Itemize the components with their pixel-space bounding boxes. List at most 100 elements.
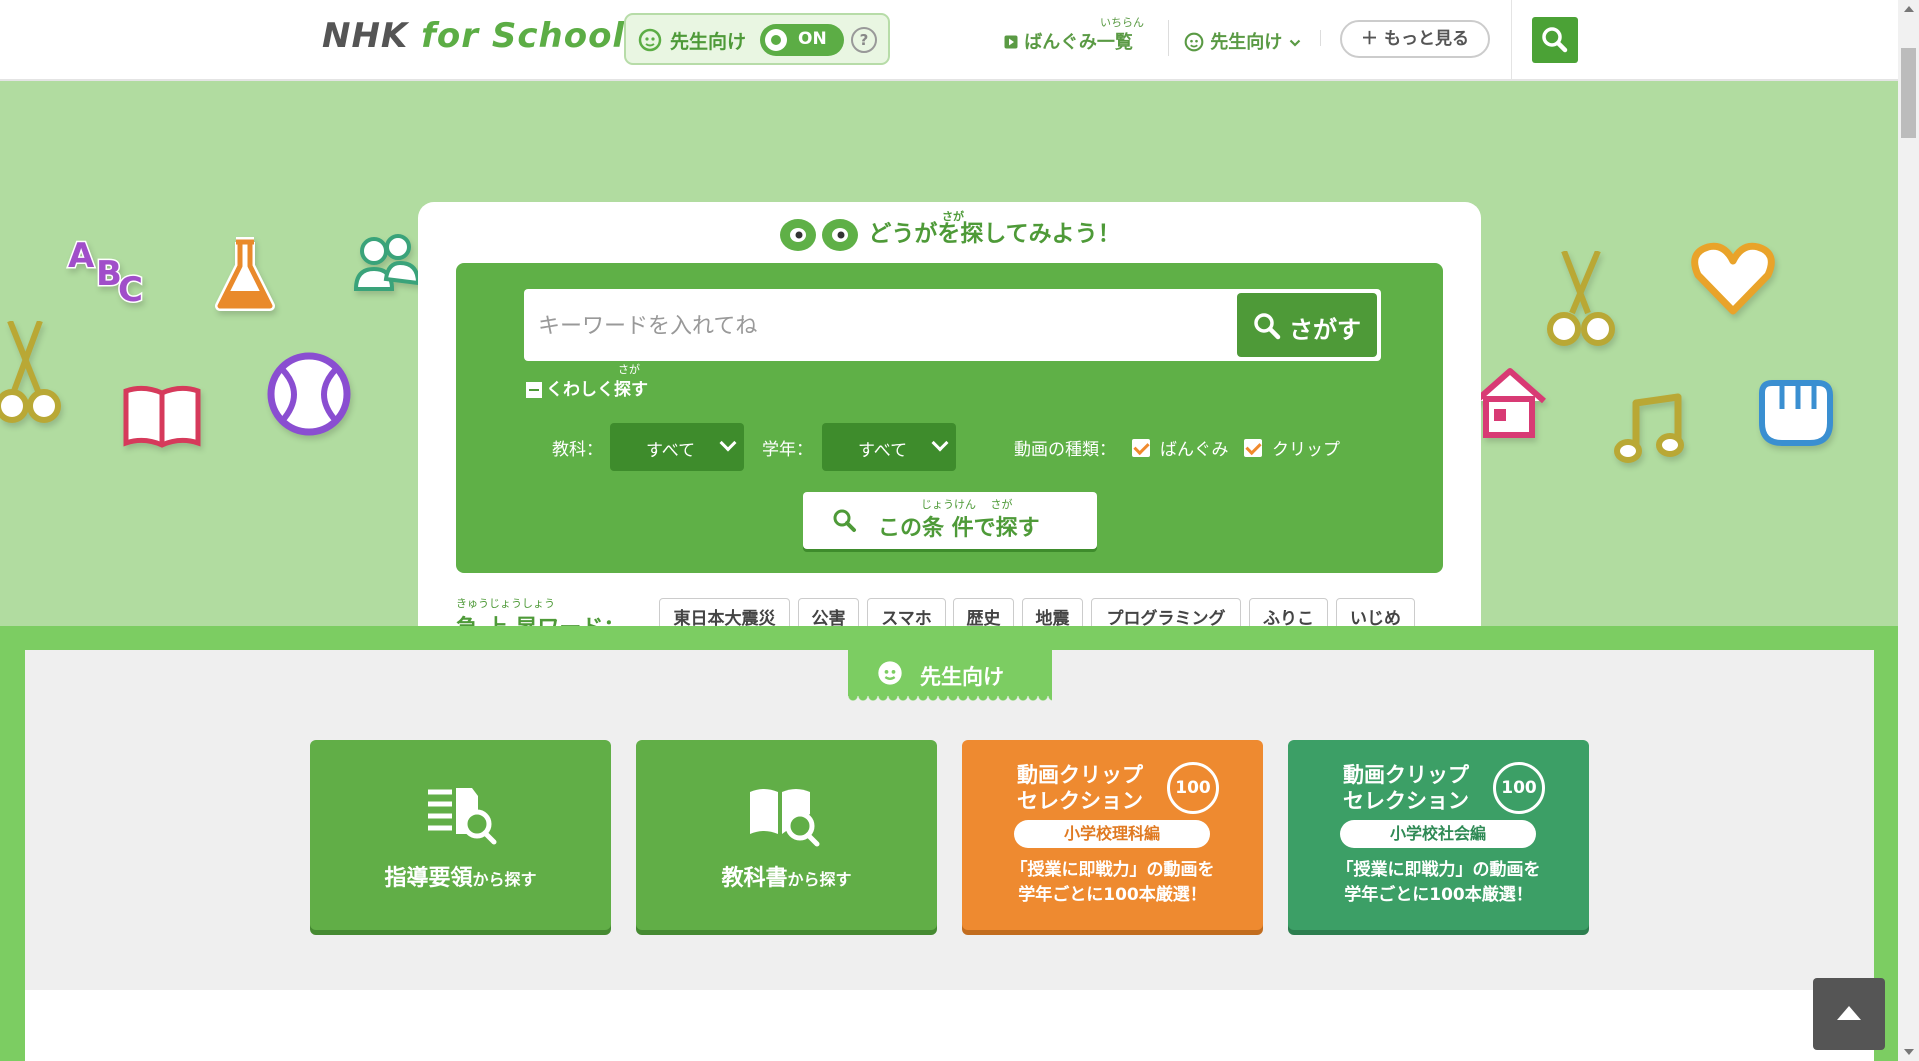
clip-selection-heading: 動画クリップ セレクション xyxy=(1343,762,1469,814)
eyes-icon xyxy=(780,218,859,251)
search-icon xyxy=(833,509,856,532)
scrollbar-thumb[interactable] xyxy=(1901,48,1916,138)
scissors-icon xyxy=(0,321,61,423)
keyword-input[interactable] xyxy=(536,303,1190,349)
fist-icon xyxy=(1759,380,1833,446)
clip-selection-social-card[interactable]: 動画クリップ セレクション 100 小学校社会編 「授業に即戦力」の動画を 学年ごと… xyxy=(1288,740,1589,930)
condition-search-button[interactable]: じょうけん さが この条 件で探す xyxy=(803,492,1097,549)
desc-line2: 学年ごとに100本厳選！ xyxy=(1018,885,1207,905)
help-icon[interactable]: ? xyxy=(851,27,877,53)
subject-select[interactable]: すべて xyxy=(610,423,744,471)
svg-text:C: C xyxy=(118,270,143,307)
grade-select-value: すべて xyxy=(858,441,908,461)
search-by-curriculum-card[interactable]: 指導要領から探す xyxy=(310,740,611,930)
book-icon xyxy=(123,385,201,448)
back-to-top-button[interactable] xyxy=(1813,978,1885,1050)
trending-tag[interactable]: 地震 xyxy=(1022,598,1083,626)
clip-selection-heading-line2: セレクション xyxy=(1017,789,1143,813)
trending-tag[interactable]: ふりこ xyxy=(1249,598,1328,626)
trending-tag[interactable]: プログラミング xyxy=(1091,598,1241,626)
nhk-for-school-logo[interactable]: NHK for School xyxy=(322,16,625,56)
collapse-icon xyxy=(526,382,542,398)
nav-teacher-label: 先生向け xyxy=(1210,32,1283,53)
curriculum-card-label: 指導要領から探す xyxy=(310,860,611,892)
detail-search-ruby: さが xyxy=(618,363,640,376)
trending-tag[interactable]: いじめ xyxy=(1336,598,1415,626)
search-submit-label: さがす xyxy=(1289,316,1361,344)
chevron-down-icon xyxy=(1289,39,1300,47)
clip-selection-science-card[interactable]: 動画クリップ セレクション 100 小学校理科編 「授業に即戦力」の動画を 学年ごと… xyxy=(962,740,1263,930)
nav-program-list-label: ばんぐみ一覧 xyxy=(1024,32,1133,53)
subject-filter-label: 教科： xyxy=(552,440,603,460)
teacher-mode-toggle[interactable]: ON xyxy=(760,24,844,56)
clip-selection-heading-line2: セレクション xyxy=(1343,789,1469,813)
search-form: さがす くわしく探す さが 教科： すべて 学年： すべて 動画の種類： ばんぐ… xyxy=(456,263,1443,573)
people-icon xyxy=(353,234,421,291)
grade-select[interactable]: すべて xyxy=(822,423,956,471)
keyword-box: さがす xyxy=(524,289,1381,361)
trending-tag[interactable]: 東日本大震災 xyxy=(659,598,790,626)
textbook-card-title: 教科書 xyxy=(721,866,788,891)
search-by-textbook-card[interactable]: 教科書から探す xyxy=(636,740,937,930)
flask-icon xyxy=(215,237,275,311)
edition-pill: 小学校社会編 xyxy=(1340,820,1536,848)
desc-line1: 「授業に即戦力」の動画を xyxy=(1010,860,1215,880)
header-divider xyxy=(1511,0,1512,79)
top-header: NHK for School 先生向け ON ? ばんぐみ一覧 いちらん 先生向… xyxy=(0,0,1898,81)
condition-search-label: この条 件で探す xyxy=(878,516,1040,541)
textbook-card-label: 教科書から探す xyxy=(636,860,937,892)
play-icon xyxy=(1004,35,1018,49)
trending-tag[interactable]: 歴史 xyxy=(953,598,1014,626)
nav-program-list[interactable]: ばんぐみ一覧 いちらん xyxy=(1004,16,1144,54)
scroll-down-arrow[interactable] xyxy=(1904,1049,1914,1055)
trending-tag[interactable]: スマホ xyxy=(867,598,946,626)
clips-checkbox[interactable] xyxy=(1244,439,1262,457)
nav-teacher-menu[interactable]: 先生向け xyxy=(1184,28,1301,54)
more-button[interactable]: ＋ もっと見る xyxy=(1340,20,1490,58)
video-search-card: どうがを探してみよう！ さが さがす くわしく探す さが 教科： すべて 学年：… xyxy=(418,202,1481,626)
music-note-icon xyxy=(1614,393,1684,463)
header-divider xyxy=(1320,30,1321,46)
trending-label: 急 上 昇ワード： xyxy=(456,610,625,626)
subject-select-value: すべて xyxy=(646,441,696,461)
header-search-button[interactable] xyxy=(1532,17,1578,63)
programs-checkbox-label: ばんぐみ xyxy=(1160,440,1229,460)
badge-100: 100 xyxy=(1167,762,1219,814)
ball-icon xyxy=(267,352,351,436)
hero-section: ABC どうがを探してみよう！ さが さがす くわしく探す さが 教科： xyxy=(0,81,1898,626)
trending-ruby: きゅうじょうしょう xyxy=(456,597,555,610)
detail-search-toggle[interactable]: くわしく探す さが xyxy=(526,363,648,400)
search-icon xyxy=(1254,313,1281,340)
scroll-up-arrow[interactable] xyxy=(1904,6,1914,12)
abc-icon: A BC xyxy=(67,235,145,308)
scissors-icon xyxy=(1547,251,1615,346)
clips-checkbox-label: クリップ xyxy=(1272,440,1340,460)
section-bottom-area xyxy=(25,990,1874,1061)
page-scrollbar[interactable] xyxy=(1898,0,1919,1061)
curriculum-card-suffix: から探す xyxy=(472,870,537,889)
search-card-title-text: どうがを探してみよう！ xyxy=(868,221,1121,247)
svg-text:A: A xyxy=(68,236,95,276)
clip-selection-heading-line1: 動画クリップ xyxy=(1343,763,1469,787)
teacher-section-tab: 先生向け xyxy=(848,650,1052,702)
chevron-down-icon xyxy=(931,434,949,452)
logo-nhk-text: NHK xyxy=(322,16,409,56)
logo-for-school-text: for School xyxy=(421,16,626,56)
book-search-icon xyxy=(750,789,820,847)
textbook-card-suffix: から探す xyxy=(787,870,852,889)
curriculum-card-title: 指導要領 xyxy=(384,866,473,891)
clip-selection-desc: 「授業に即戦力」の動画を 学年ごとに100本厳選！ xyxy=(1288,858,1589,908)
search-submit-button[interactable]: さがす xyxy=(1237,293,1377,357)
nav-program-list-ruby: いちらん xyxy=(1100,16,1144,29)
edition-pill: 小学校理科編 xyxy=(1014,820,1210,848)
desc-line1: 「授業に即戦力」の動画を xyxy=(1336,860,1541,880)
teacher-mode-label: 先生向け xyxy=(670,31,747,53)
search-icon xyxy=(1542,27,1568,53)
teacher-face-icon xyxy=(1184,32,1204,52)
trending-tag[interactable]: 公害 xyxy=(798,598,859,626)
search-card-title-ruby: さが xyxy=(942,210,964,223)
grade-filter-label: 学年： xyxy=(762,440,813,460)
programs-checkbox[interactable] xyxy=(1132,439,1150,457)
toggle-state: ON xyxy=(798,29,827,49)
video-type-label: 動画の種類： xyxy=(1014,440,1116,460)
